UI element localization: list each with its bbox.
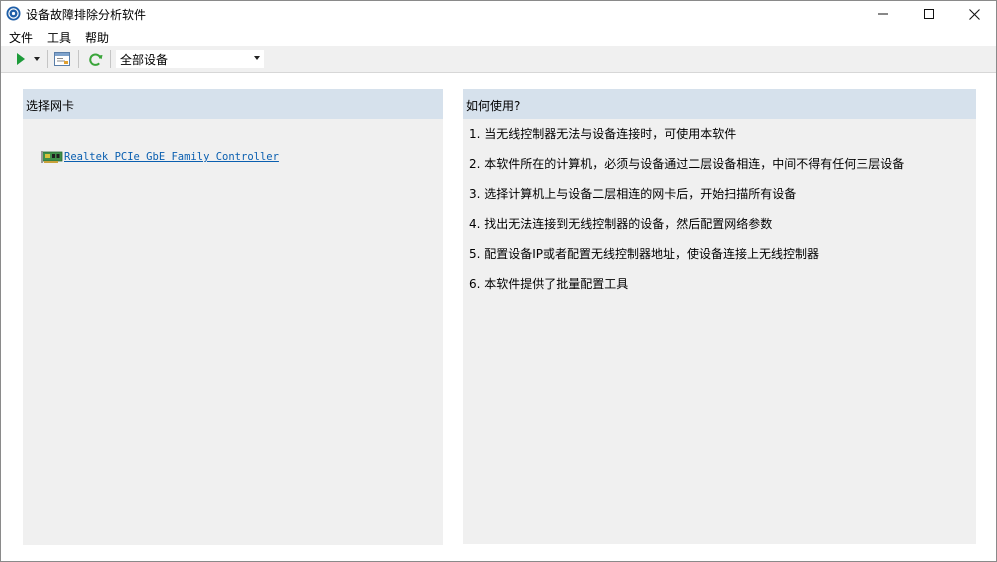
menu-file[interactable]: 文件 xyxy=(9,29,33,46)
adapter-panel-header: 选择网卡 xyxy=(23,89,443,119)
help-panel: 如何使用? 1. 当无线控制器无法与设备连接时，可使用本软件 2. 本软件所在的… xyxy=(463,89,976,544)
toolbar-separator xyxy=(110,50,111,68)
app-window: 设备故障排除分析软件 文件 工具 帮助 全部设备 选择网卡 Realtek PC… xyxy=(0,0,997,562)
minimize-icon xyxy=(878,13,888,15)
chevron-down-icon xyxy=(34,57,40,61)
close-icon xyxy=(968,8,980,20)
toolbar: 全部设备 xyxy=(1,46,996,73)
toolbar-separator xyxy=(78,50,79,68)
start-scan-button[interactable] xyxy=(13,49,29,69)
instruction-step: 5. 配置设备IP或者配置无线控制器地址，使设备连接上无线控制器 xyxy=(469,247,820,261)
close-button[interactable] xyxy=(951,1,997,27)
batch-config-button[interactable] xyxy=(52,49,72,69)
app-logo-icon xyxy=(6,6,21,21)
adapter-panel: 选择网卡 Realtek PCIe GbE Family Controller xyxy=(23,89,443,545)
instruction-step: 4. 找出无法连接到无线控制器的设备，然后配置网络参数 xyxy=(469,217,773,231)
instruction-step: 6. 本软件提供了批量配置工具 xyxy=(469,277,629,291)
menu-tools[interactable]: 工具 xyxy=(47,29,71,46)
play-icon xyxy=(17,53,25,65)
maximize-button[interactable] xyxy=(906,1,952,27)
adapter-panel-title: 选择网卡 xyxy=(26,99,75,113)
toolbar-separator xyxy=(47,50,48,68)
chevron-down-icon xyxy=(254,56,260,60)
config-window-icon xyxy=(54,52,70,66)
device-filter-select[interactable]: 全部设备 xyxy=(116,50,264,68)
minimize-button[interactable] xyxy=(860,1,906,27)
maximize-icon xyxy=(924,9,934,19)
adapter-item[interactable]: Realtek PCIe GbE Family Controller xyxy=(41,150,279,164)
refresh-button[interactable] xyxy=(85,49,105,69)
help-panel-header: 如何使用? xyxy=(463,89,976,119)
help-panel-title: 如何使用? xyxy=(466,99,521,113)
main-content: 选择网卡 Realtek PCIe GbE Family Controller … xyxy=(1,73,996,561)
window-title: 设备故障排除分析软件 xyxy=(26,8,147,22)
adapter-link[interactable]: Realtek PCIe GbE Family Controller xyxy=(64,151,279,163)
instruction-step: 2. 本软件所在的计算机，必须与设备通过二层设备相连，中间不得有任何三层设备 xyxy=(469,157,905,171)
device-filter-value: 全部设备 xyxy=(120,52,169,67)
title-bar[interactable]: 设备故障排除分析软件 xyxy=(1,1,996,27)
refresh-icon xyxy=(88,53,102,66)
instruction-step: 3. 选择计算机上与设备二层相连的网卡后，开始扫描所有设备 xyxy=(469,187,797,201)
start-options-dropdown[interactable] xyxy=(31,49,43,69)
instruction-step: 1. 当无线控制器无法与设备连接时，可使用本软件 xyxy=(469,127,737,141)
instruction-list: 1. 当无线控制器无法与设备连接时，可使用本软件 2. 本软件所在的计算机，必须… xyxy=(469,127,904,307)
network-card-icon xyxy=(41,151,63,163)
menu-help[interactable]: 帮助 xyxy=(85,29,109,46)
menu-bar: 文件 工具 帮助 xyxy=(1,27,996,46)
